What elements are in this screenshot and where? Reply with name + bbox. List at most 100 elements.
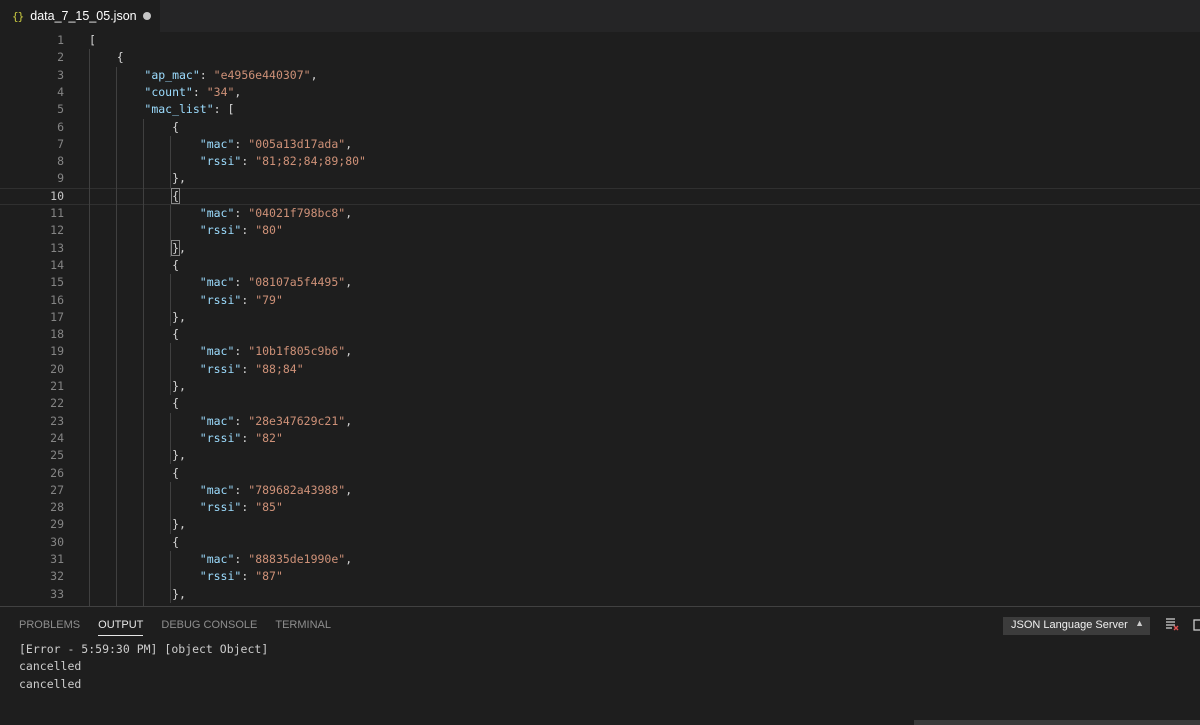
line-number: 25 <box>50 448 64 463</box>
json-punctuation: { <box>89 465 180 480</box>
line-number: 19 <box>50 344 64 359</box>
line-number: 20 <box>50 361 64 376</box>
code-line[interactable]: 27 "mac": "789682a43988", <box>0 482 1200 499</box>
json-string: "88835de1990e" <box>248 552 346 566</box>
json-punctuation <box>89 500 200 514</box>
json-punctuation: : <box>241 430 256 445</box>
json-punctuation: : <box>234 344 249 359</box>
clear-output-icon[interactable] <box>1164 616 1180 632</box>
code-line[interactable]: 3 "ap_mac": "e4956e440307", <box>0 67 1200 84</box>
json-punctuation: }, <box>89 448 186 463</box>
line-code: [ <box>89 33 96 47</box>
json-string: "04021f798bc8" <box>248 206 346 220</box>
tab-debug-console[interactable]: DEBUG CONSOLE <box>161 619 257 636</box>
json-string: "85" <box>255 500 283 515</box>
code-line[interactable]: 5 "mac_list": [ <box>0 101 1200 118</box>
line-code: { <box>89 50 124 64</box>
line-code: { <box>89 258 179 272</box>
code-line[interactable]: 11 "mac": "04021f798bc8", <box>0 205 1200 222</box>
line-code: }, <box>89 379 186 393</box>
json-key: "rssi" <box>199 154 242 169</box>
tab-data-json[interactable]: {} data_7_15_05.json <box>0 0 160 32</box>
json-punctuation: : <box>241 569 256 584</box>
code-line[interactable]: 1[ <box>0 32 1200 49</box>
line-number: 9 <box>57 171 64 186</box>
code-line[interactable]: 26 { <box>0 465 1200 482</box>
code-line[interactable]: 13 }, <box>0 239 1200 257</box>
output-channel-select[interactable]: JSON Language Server ▲︎ <box>1003 617 1150 635</box>
json-string: "79" <box>255 292 283 307</box>
line-code: }, <box>89 587 186 601</box>
line-number: 31 <box>50 552 64 566</box>
horizontal-scrollbar[interactable] <box>914 720 1200 725</box>
code-line[interactable]: 32 "rssi": "87" <box>0 568 1200 585</box>
code-line[interactable]: 22 { <box>0 395 1200 412</box>
line-number: 3 <box>57 67 64 82</box>
json-key: "mac_list" <box>144 102 214 117</box>
json-punctuation <box>89 414 200 428</box>
line-code: { <box>89 187 181 204</box>
indent-guide <box>116 66 117 606</box>
line-number: 6 <box>57 119 64 134</box>
tab-terminal[interactable]: TERMINAL <box>275 619 331 636</box>
json-key: "rssi" <box>199 292 242 307</box>
json-key: "ap_mac" <box>144 67 200 82</box>
editor-tab-bar: {} data_7_15_05.json <box>0 0 1200 32</box>
code-line[interactable]: 9 }, <box>0 170 1200 187</box>
code-line[interactable]: 18 { <box>0 326 1200 343</box>
code-line[interactable]: 12 "rssi": "80" <box>0 222 1200 239</box>
code-line[interactable]: 14 { <box>0 257 1200 274</box>
json-punctuation: { <box>89 119 180 134</box>
output-channel-value: JSON Language Server <box>1011 619 1128 631</box>
code-line[interactable]: 25 }, <box>0 447 1200 464</box>
indent-guide <box>89 49 90 606</box>
json-punctuation <box>89 154 200 168</box>
code-line[interactable]: 6 { <box>0 119 1200 136</box>
json-punctuation: : <box>192 84 207 99</box>
code-line[interactable]: 30 { <box>0 534 1200 551</box>
code-line[interactable]: 8 "rssi": "81;82;84;89;80" <box>0 153 1200 170</box>
line-code: { <box>89 327 179 341</box>
indent-guide <box>170 412 171 465</box>
code-line[interactable]: 7 "mac": "005a13d17ada", <box>0 136 1200 153</box>
line-number: 24 <box>50 430 64 445</box>
code-line[interactable]: 17 }, <box>0 309 1200 326</box>
json-key: "rssi" <box>199 223 242 238</box>
code-line[interactable]: 19 "mac": "10b1f805c9b6", <box>0 343 1200 360</box>
code-line[interactable]: 29 }, <box>0 516 1200 533</box>
line-code: "rssi": "79" <box>89 293 283 307</box>
json-punctuation: : <box>241 154 256 169</box>
code-line[interactable]: 10 { <box>0 187 1200 205</box>
json-string: "e4956e440307" <box>213 67 311 82</box>
code-line[interactable]: 4 "count": "34", <box>0 84 1200 101</box>
line-code: { <box>89 466 179 480</box>
code-line[interactable]: 21 }, <box>0 378 1200 395</box>
code-line[interactable]: 24 "rssi": "82" <box>0 430 1200 447</box>
code-line[interactable]: 33 }, <box>0 586 1200 603</box>
code-line[interactable]: 20 "rssi": "88;84" <box>0 361 1200 378</box>
unsaved-dot-icon[interactable] <box>143 12 151 20</box>
json-punctuation <box>89 344 200 358</box>
tab-problems[interactable]: PROBLEMS <box>19 619 80 636</box>
output-line: cancelled <box>19 676 82 691</box>
tab-output[interactable]: OUTPUT <box>98 619 144 636</box>
code-line[interactable]: 16 "rssi": "79" <box>0 292 1200 309</box>
indent-guide <box>170 205 171 257</box>
code-line[interactable]: 31 "mac": "88835de1990e", <box>0 551 1200 568</box>
json-punctuation: , <box>179 240 186 255</box>
line-code: "ap_mac": "e4956e440307", <box>89 67 317 82</box>
code-line[interactable]: 15 "mac": "08107a5f4495", <box>0 274 1200 291</box>
new-window-icon[interactable] <box>1192 616 1200 632</box>
json-punctuation: { <box>89 534 180 549</box>
code-line[interactable]: 28 "rssi": "85" <box>0 499 1200 516</box>
code-editor[interactable]: 1[2 {3 "ap_mac": "e4956e440307", 4 "count… <box>0 32 1200 606</box>
indent-guide <box>170 343 171 396</box>
json-punctuation: : <box>241 292 256 307</box>
code-line[interactable]: 23 "mac": "28e347629c21", <box>0 413 1200 430</box>
line-number: 21 <box>50 379 64 393</box>
code-line[interactable]: 2 { <box>0 49 1200 66</box>
indent-guide <box>170 135 171 188</box>
json-punctuation <box>89 275 200 289</box>
json-punctuation: : <box>234 482 249 497</box>
json-punctuation: , <box>345 275 353 290</box>
